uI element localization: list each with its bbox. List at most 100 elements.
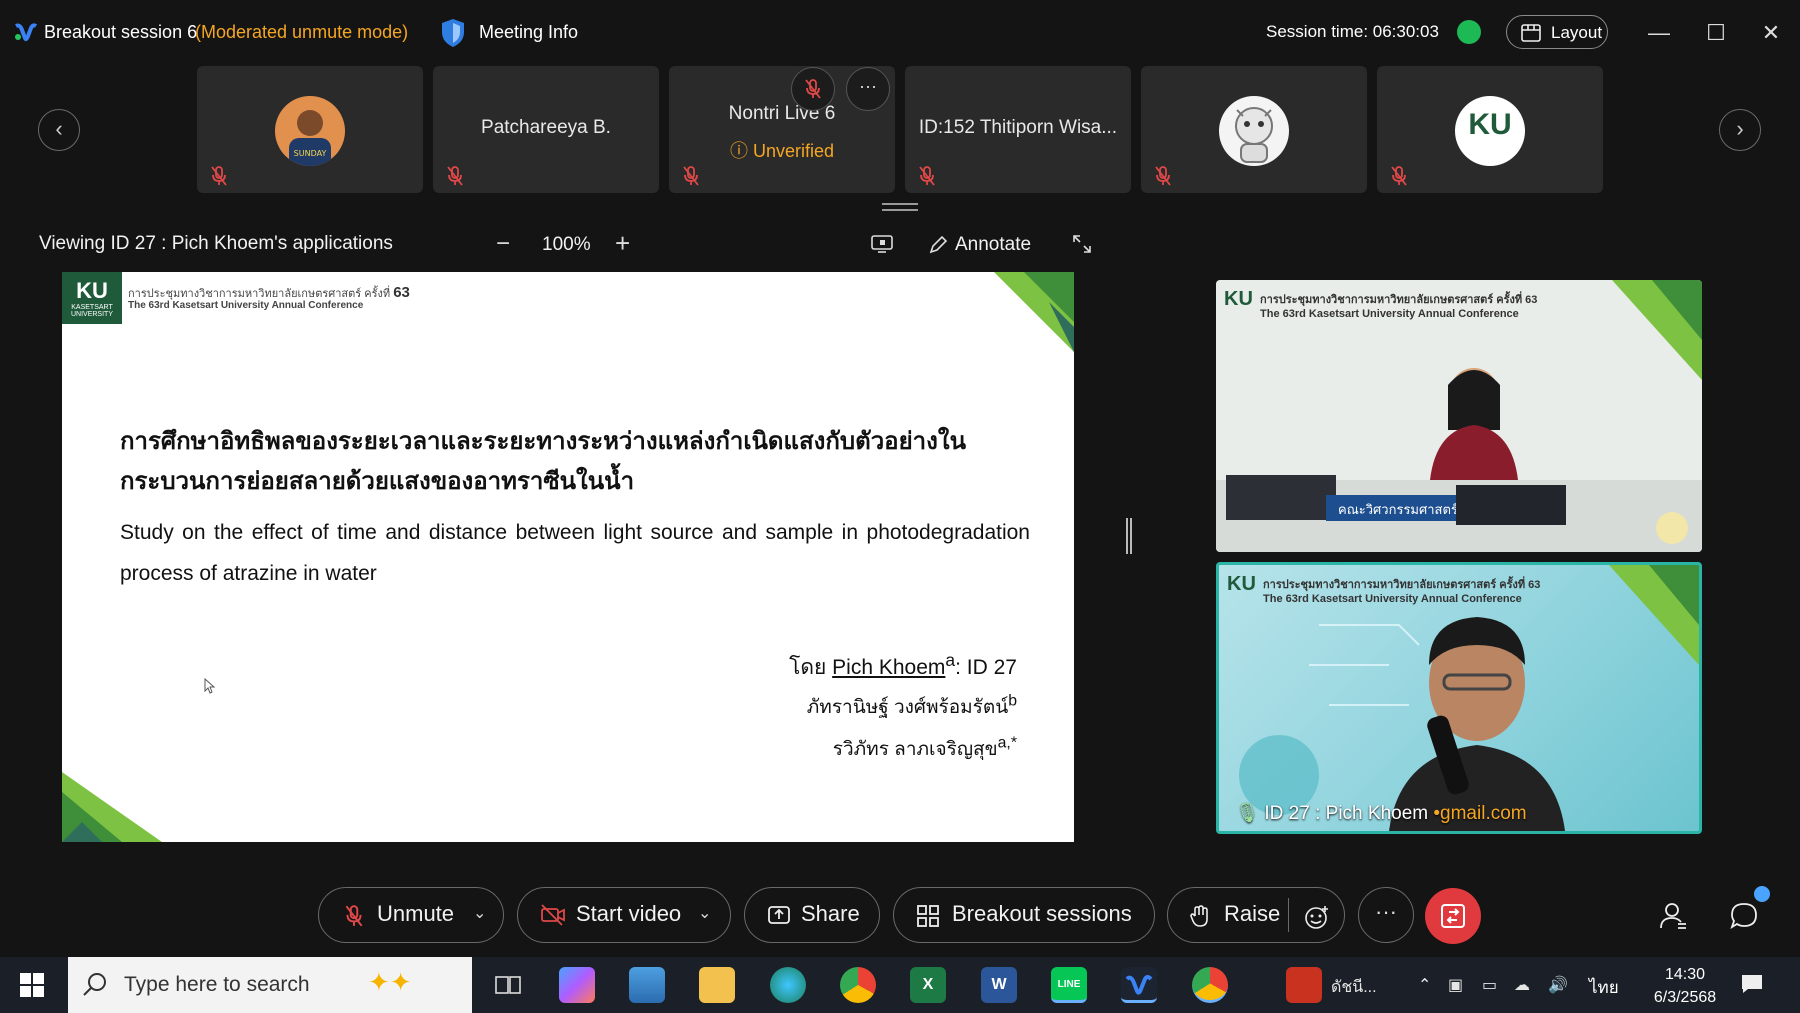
share-button[interactable]: Share xyxy=(744,887,880,943)
breakout-sessions-button[interactable]: Breakout sessions xyxy=(893,887,1155,943)
notification-icon[interactable] xyxy=(1740,973,1764,995)
task-view-icon[interactable] xyxy=(490,967,526,1003)
zoom-in-button[interactable]: + xyxy=(615,228,630,259)
close-button[interactable]: ✕ xyxy=(1756,18,1786,48)
ku-logo: KU xyxy=(1468,108,1512,141)
session-time: Session time: 06:30:03 xyxy=(1266,22,1439,41)
screen-share-view-icon[interactable] xyxy=(871,234,893,254)
breakout-icon xyxy=(917,905,939,927)
presenter-video-feed[interactable]: KU การประชุมทางวิชาการมหาวิทยาลัยเกษตรศา… xyxy=(1216,562,1702,834)
slide-title-english: Study on the effect of time and distance… xyxy=(120,521,1030,585)
author-line: รวิภัทร ลาภเจริญสุขa,* xyxy=(832,734,1017,760)
chrome-icon[interactable] xyxy=(840,967,876,1003)
battery-icon[interactable]: ▭ xyxy=(1482,975,1497,995)
start-video-button[interactable]: Start video ⌄ xyxy=(517,887,731,943)
warning-icon: ⓘ xyxy=(729,141,748,161)
edge-icon[interactable] xyxy=(770,967,806,1003)
chat-icon[interactable] xyxy=(1728,900,1760,932)
share-label: Share xyxy=(801,901,860,926)
divider xyxy=(1288,898,1289,932)
participant-tile[interactable]: ID:152 Thitiporn Wisa... xyxy=(905,66,1131,193)
raise-hand-button[interactable]: Raise xyxy=(1167,887,1345,943)
raise-label: Raise xyxy=(1224,901,1281,926)
layout-button[interactable]: Layout xyxy=(1506,15,1608,49)
mic-muted-icon xyxy=(345,905,363,927)
mic-muted-icon xyxy=(211,166,227,186)
zoom-out-button[interactable]: − xyxy=(496,230,510,258)
avatar: KU xyxy=(1455,96,1525,166)
unmute-button[interactable]: Unmute ⌄ xyxy=(318,887,504,943)
sparkle-icon: ✦✦ xyxy=(368,967,412,997)
slide-corner-decoration xyxy=(62,772,162,842)
line-icon[interactable]: LINE xyxy=(1051,967,1087,1003)
participant-name: Patchareeya B. xyxy=(481,117,611,138)
mute-participant-button[interactable] xyxy=(791,67,835,111)
ku-logo: KU KASETSART UNIVERSITY xyxy=(62,272,122,324)
leave-icon xyxy=(1441,904,1465,928)
leave-session-button[interactable] xyxy=(1425,888,1481,944)
shield-icon[interactable] xyxy=(440,18,466,48)
copilot-icon[interactable] xyxy=(559,967,595,1003)
volume-icon[interactable]: 🔊 xyxy=(1548,975,1568,995)
participant-tile[interactable]: KU xyxy=(1377,66,1603,193)
participants-icon[interactable] xyxy=(1658,900,1690,932)
notification-badge xyxy=(1754,886,1770,902)
more-options-button[interactable]: ··· xyxy=(1358,887,1414,943)
author-line: ภัทรานิษฐ์ วงศ์พร้อมรัตน์b xyxy=(806,692,1017,718)
participant-tile[interactable]: Patchareeya B. xyxy=(433,66,659,193)
slide-title-thai: การศึกษาอิทธิพลของระยะเวลาและระยะทางระหว… xyxy=(120,428,966,495)
mic-icon: 🎙 xyxy=(1235,803,1260,824)
meeting-info-button[interactable]: Meeting Info xyxy=(479,22,578,43)
shared-slide: KU KASETSART UNIVERSITY การประชุมทางวิชา… xyxy=(62,272,1074,842)
app-icon[interactable] xyxy=(1286,967,1322,1003)
file-explorer-icon[interactable] xyxy=(699,967,735,1003)
taskbar-app-label[interactable]: ดัชนี... xyxy=(1331,975,1377,1000)
maximize-button[interactable]: ☐ xyxy=(1701,18,1731,48)
clock-date: 6/3/2568 xyxy=(1653,989,1717,1006)
strip-resize-handle[interactable] xyxy=(882,203,918,211)
panel-resize-handle[interactable] xyxy=(1126,518,1132,554)
pen-icon xyxy=(929,235,948,254)
expand-icon[interactable] xyxy=(1072,234,1092,254)
webex-taskbar-icon[interactable] xyxy=(1121,967,1157,1003)
zoom-level: 100% xyxy=(542,234,591,255)
chrome-icon[interactable] xyxy=(1192,967,1228,1003)
webex-logo-icon xyxy=(15,23,38,42)
chevron-down-icon[interactable]: ⌄ xyxy=(473,888,486,940)
video-off-icon xyxy=(541,904,565,926)
display-icon[interactable]: ▣ xyxy=(1448,975,1463,995)
connection-quality-icon[interactable] xyxy=(1457,20,1481,44)
minimize-button[interactable]: — xyxy=(1644,18,1674,48)
mic-muted-icon xyxy=(683,166,699,186)
participant-more-button[interactable]: ··· xyxy=(846,67,890,111)
participant-tile[interactable]: SUNDAY xyxy=(197,66,423,193)
session-mode: (Moderated unmute mode) xyxy=(195,22,409,42)
language-indicator[interactable]: ไทย xyxy=(1589,974,1619,1001)
strip-next-button[interactable]: › xyxy=(1719,109,1761,151)
excel-icon[interactable]: X xyxy=(910,967,946,1003)
avatar: SUNDAY xyxy=(275,96,345,166)
mouse-cursor-icon xyxy=(204,678,216,694)
mic-muted-icon xyxy=(447,166,463,186)
unmute-label: Unmute xyxy=(377,901,455,926)
video-feed[interactable]: KU การประชุมทางวิชาการมหาวิทยาลัยเกษตรศา… xyxy=(1216,280,1702,552)
word-icon[interactable]: W xyxy=(981,967,1017,1003)
session-name: Breakout session 6 xyxy=(44,22,198,42)
taskbar-clock[interactable]: 14:30 6/3/2568 xyxy=(1650,963,1720,1009)
chevron-down-icon[interactable]: ⌄ xyxy=(698,888,711,940)
svg-text:SUNDAY: SUNDAY xyxy=(294,149,327,158)
hand-icon xyxy=(1190,905,1208,927)
chevron-up-icon[interactable]: ⌃ xyxy=(1418,975,1431,995)
annotate-button[interactable]: Annotate xyxy=(928,234,1031,256)
reactions-icon[interactable] xyxy=(1304,904,1330,930)
windows-start-icon[interactable] xyxy=(20,973,44,997)
slide-corner-decoration xyxy=(994,272,1074,352)
strip-prev-button[interactable]: ‹ xyxy=(38,109,80,151)
clock-time: 14:30 xyxy=(1664,966,1706,983)
cloud-icon[interactable]: ☁ xyxy=(1514,975,1530,995)
layout-label: Layout xyxy=(1551,23,1603,42)
participant-tile[interactable] xyxy=(1141,66,1367,193)
app-icon[interactable] xyxy=(629,967,665,1003)
search-placeholder: Type here to search xyxy=(124,973,310,996)
taskbar-search-input[interactable]: Type here to search ✦✦ xyxy=(68,957,472,1013)
